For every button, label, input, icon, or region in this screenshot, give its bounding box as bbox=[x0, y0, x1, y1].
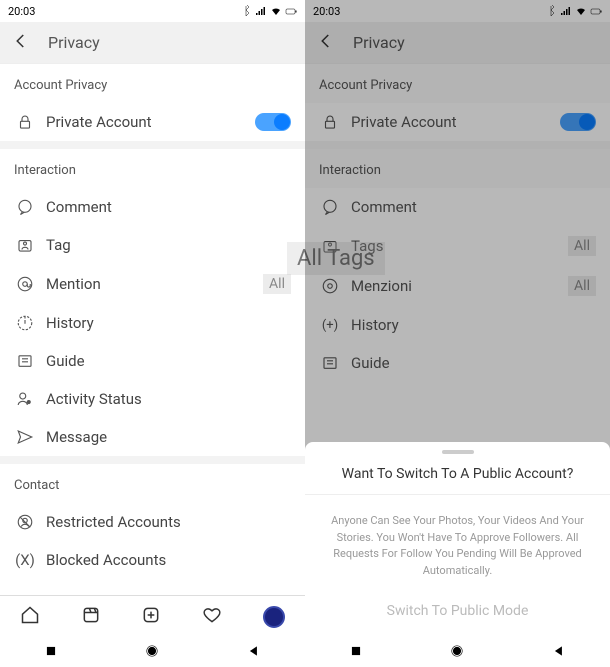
sheet-handle[interactable] bbox=[442, 450, 474, 454]
sys-recent[interactable] bbox=[44, 643, 58, 662]
row-activity-status[interactable]: Activity Status bbox=[0, 380, 305, 418]
header: Privacy bbox=[0, 22, 305, 64]
sheet-title: Want To Switch To A Public Account? bbox=[305, 460, 610, 495]
switch-public-button[interactable]: Switch To Public Mode bbox=[305, 593, 610, 637]
row-mention[interactable]: Mention All bbox=[0, 264, 305, 304]
sys-home[interactable] bbox=[145, 643, 159, 662]
system-nav bbox=[305, 637, 610, 667]
bottom-nav bbox=[0, 595, 305, 637]
divider bbox=[0, 141, 305, 149]
mention-icon bbox=[14, 275, 36, 293]
bottom-sheet: Want To Switch To A Public Account? Anyo… bbox=[305, 442, 610, 667]
row-tag[interactable]: Tag bbox=[0, 226, 305, 264]
sys-back[interactable] bbox=[552, 643, 566, 662]
blocked-icon: (X) bbox=[14, 551, 36, 569]
history-icon bbox=[14, 314, 36, 332]
guide-icon bbox=[14, 352, 36, 370]
row-blocked[interactable]: (X) Blocked Accounts bbox=[0, 541, 305, 579]
sheet-body: Anyone Can See Your Photos, Your Videos … bbox=[305, 495, 610, 593]
activity-icon bbox=[14, 390, 36, 408]
screen-left: 20:03 Privacy Account Privacy Private Ac… bbox=[0, 0, 305, 667]
sys-recent[interactable] bbox=[349, 643, 363, 662]
section-interaction: Interaction bbox=[0, 149, 305, 188]
nav-profile[interactable] bbox=[263, 606, 285, 628]
comment-icon bbox=[14, 198, 36, 216]
status-bar: 20:03 bbox=[0, 0, 305, 22]
bluetooth-icon bbox=[240, 5, 252, 17]
status-time: 20:03 bbox=[8, 5, 35, 18]
private-account-label: Private Account bbox=[46, 113, 255, 131]
lock-icon bbox=[14, 113, 36, 131]
nav-activity[interactable] bbox=[202, 605, 222, 629]
system-nav bbox=[0, 637, 305, 667]
screen-right: 20:03 Privacy Account Privacy Private Ac… bbox=[305, 0, 610, 667]
row-restricted[interactable]: Restricted Accounts bbox=[0, 503, 305, 541]
row-comment[interactable]: Comment bbox=[0, 188, 305, 226]
nav-add[interactable] bbox=[141, 605, 161, 629]
row-guide[interactable]: Guide bbox=[0, 342, 305, 380]
row-message[interactable]: Message bbox=[0, 418, 305, 456]
header-title: Privacy bbox=[48, 33, 100, 52]
sys-back[interactable] bbox=[247, 643, 261, 662]
section-account-privacy: Account Privacy bbox=[0, 64, 305, 103]
wifi-icon bbox=[270, 5, 282, 17]
mention-value: All bbox=[263, 274, 291, 294]
restricted-icon bbox=[14, 513, 36, 531]
row-private-account[interactable]: Private Account bbox=[0, 103, 305, 141]
tag-icon bbox=[14, 236, 36, 254]
nav-home[interactable] bbox=[20, 605, 40, 629]
back-button[interactable] bbox=[12, 32, 30, 54]
row-history[interactable]: History bbox=[0, 304, 305, 342]
message-icon bbox=[14, 428, 36, 446]
section-contact: Contact bbox=[0, 464, 305, 503]
battery-icon bbox=[285, 5, 297, 17]
content: Account Privacy Private Account Interact… bbox=[0, 64, 305, 595]
divider bbox=[0, 456, 305, 464]
nav-reels[interactable] bbox=[81, 605, 101, 629]
private-account-toggle[interactable] bbox=[255, 113, 291, 131]
signal-icon bbox=[255, 5, 267, 17]
sys-home[interactable] bbox=[450, 643, 464, 662]
